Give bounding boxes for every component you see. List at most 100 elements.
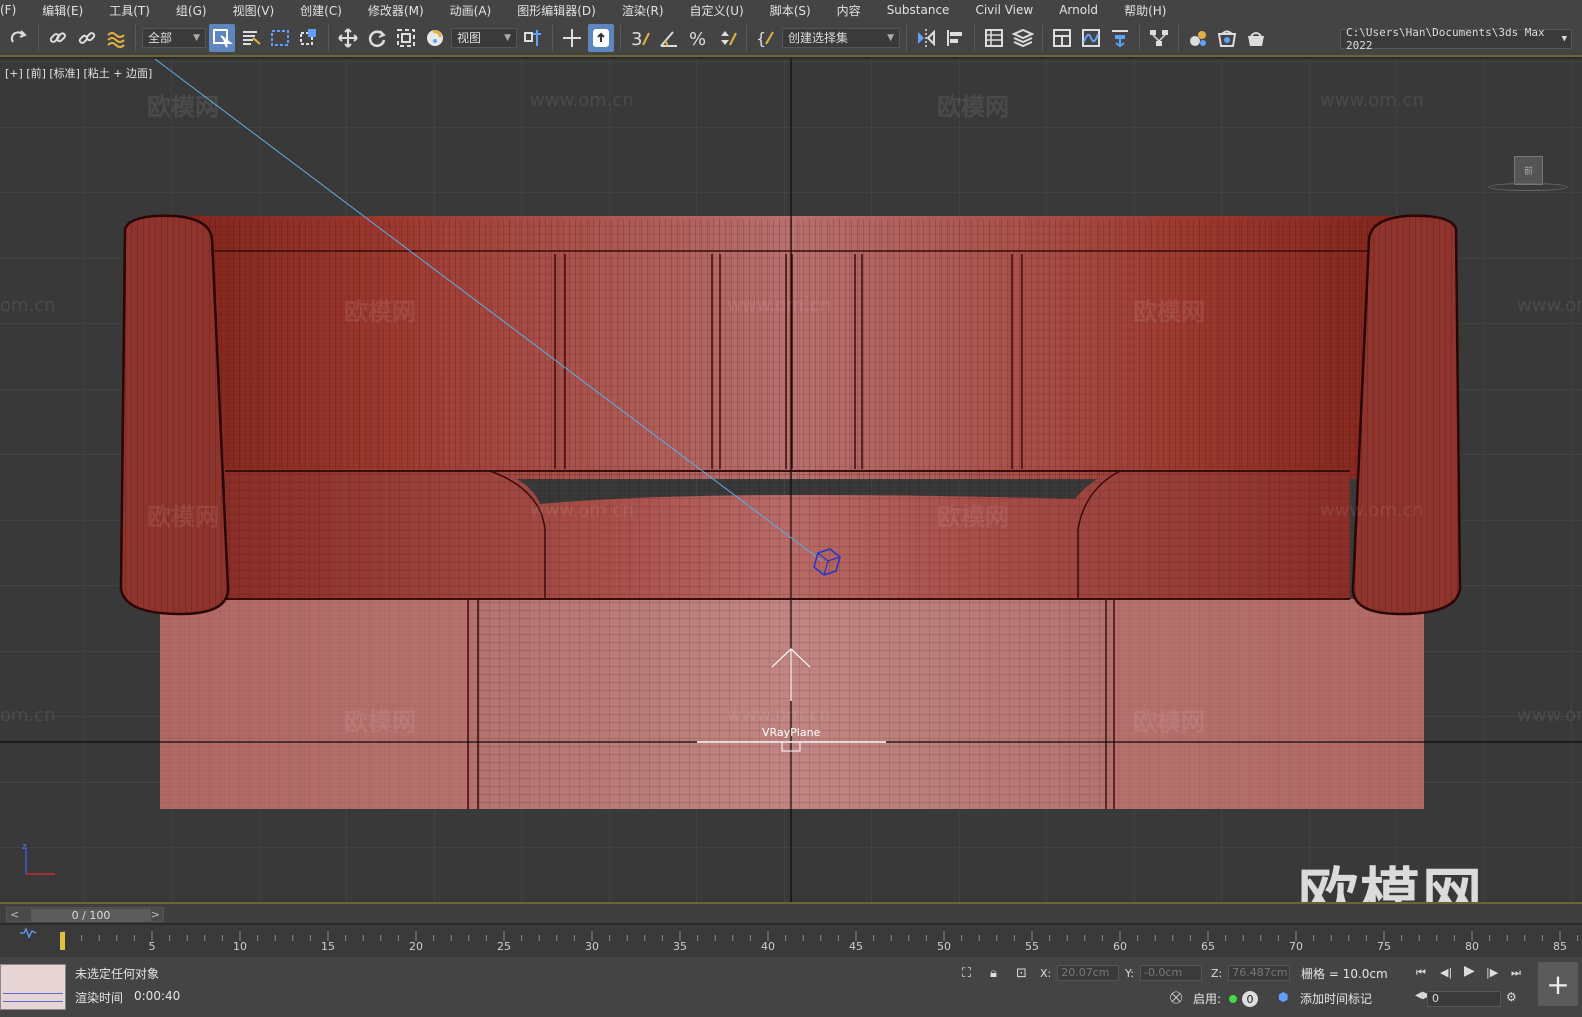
link-icon[interactable] xyxy=(45,24,71,52)
next-frame-icon[interactable]: |▶ xyxy=(1486,966,1498,979)
toolbar-divider xyxy=(552,24,553,51)
mirror-icon[interactable] xyxy=(913,24,939,52)
y-coordinate: Y: -0.0cm xyxy=(1125,964,1202,982)
key-mode-icon[interactable]: ⛒ xyxy=(1170,990,1182,1005)
z-coordinate-field[interactable]: 76.487cm xyxy=(1228,965,1291,981)
prev-frame-arrow-icon[interactable]: < xyxy=(10,908,19,921)
redo-icon[interactable] xyxy=(6,24,32,52)
y-coordinate-field[interactable]: -0.0cm xyxy=(1139,965,1202,981)
status-bar: 未选定任何对象 渲染时间 0:00:40 ⛶ 🔒︎ ⊡ X: 20.07cm Y:… xyxy=(0,957,1582,1017)
project-path-dropdown[interactable]: C:\Users\Han\Documents\3ds Max 2022 ▼ xyxy=(1340,26,1572,52)
x-coordinate-field[interactable]: 20.07cm xyxy=(1057,965,1120,981)
toolbar-divider xyxy=(1178,24,1179,51)
selection-filter-dropdown[interactable]: 全部 ▼ xyxy=(142,27,206,48)
angle-snap-icon[interactable] xyxy=(656,24,682,52)
absolute-mode-icon[interactable]: ⊡ xyxy=(1016,966,1027,981)
time-config-icon[interactable]: ⚙ xyxy=(1506,990,1517,1004)
rect-region-icon[interactable] xyxy=(267,24,293,52)
menu-content[interactable]: 内容 xyxy=(824,2,874,19)
align-icon[interactable] xyxy=(942,24,968,52)
layer-explorer-icon[interactable] xyxy=(1010,24,1036,52)
time-tag-icon[interactable]: ⬢ xyxy=(1278,990,1288,1004)
move-icon[interactable] xyxy=(335,24,361,52)
select-by-name-icon[interactable] xyxy=(238,24,264,52)
named-selection-set-dropdown[interactable]: 创建选择集 ▼ xyxy=(782,27,900,48)
curve-editor-icon[interactable] xyxy=(1078,24,1104,52)
rendered-frame-icon[interactable] xyxy=(1243,24,1269,52)
current-frame-marker[interactable] xyxy=(60,932,65,950)
play-icon[interactable]: ▶ xyxy=(1464,963,1475,979)
set-key-button[interactable]: + xyxy=(1538,962,1578,1006)
menu-arnold[interactable]: Arnold xyxy=(1046,3,1111,17)
viewcube[interactable]: 前 xyxy=(1514,156,1543,185)
keyboard-shortcut-icon[interactable] xyxy=(588,23,614,52)
menu-tools[interactable]: 工具(T) xyxy=(96,2,163,19)
front-viewport[interactable]: z 欧模网 www.om.cn 欧模网 www.om.cn om.cn 欧模网 … xyxy=(0,59,1582,902)
spinner-snap-icon[interactable] xyxy=(714,24,740,52)
menu-customize[interactable]: 自定义(U) xyxy=(677,2,757,19)
track-bar-tick-label: 55 xyxy=(1025,940,1039,953)
viewport-label-menu[interactable]: [+] [前] [标准] [粘土 + 边面] xyxy=(5,65,152,81)
bind-space-warp-icon[interactable] xyxy=(103,24,129,52)
pivot-icon[interactable] xyxy=(520,24,546,52)
ref-coord-dropdown[interactable]: 视图 ▼ xyxy=(451,27,517,48)
add-time-tag-button[interactable]: 添加时间标记 xyxy=(1300,990,1372,1007)
scale-icon[interactable] xyxy=(393,24,419,52)
viewcube-compass[interactable] xyxy=(1488,183,1568,191)
render-setup-icon[interactable] xyxy=(1214,24,1240,52)
menu-scripting[interactable]: 脚本(S) xyxy=(757,2,824,19)
sofa-arm-right xyxy=(1351,214,1462,616)
vrayplane-label: VRayPlane xyxy=(762,726,821,739)
schematic-view-icon[interactable] xyxy=(1146,24,1172,52)
x-label: X: xyxy=(1040,966,1052,980)
menu-modifiers[interactable]: 修改器(M) xyxy=(355,2,437,19)
track-bar-tick-label: 40 xyxy=(761,940,775,953)
percent-snap-icon[interactable]: % xyxy=(685,24,711,52)
go-to-end-icon[interactable]: ⏭ xyxy=(1511,966,1521,980)
time-slider-thumb[interactable]: 0 / 100 xyxy=(31,909,151,922)
selection-lock-icon[interactable]: 🔒︎ xyxy=(990,966,997,981)
sofa-arm-left xyxy=(119,214,230,616)
grid-size: 栅格 = 10.0cm xyxy=(1301,967,1388,981)
go-to-start-icon[interactable]: ⏮ xyxy=(1416,966,1426,980)
menu-help[interactable]: 帮助(H) xyxy=(1111,2,1179,19)
isolate-selection-icon[interactable]: ⛶ xyxy=(962,966,971,981)
project-path-value: C:\Users\Han\Documents\3ds Max 2022 xyxy=(1346,26,1545,52)
menu-group[interactable]: 组(G) xyxy=(163,2,220,19)
select-object-icon[interactable] xyxy=(209,23,235,52)
unlink-icon[interactable] xyxy=(74,24,100,52)
track-bar-ticks xyxy=(63,931,1579,941)
key-count-badge: 0 xyxy=(1242,991,1258,1007)
menu-rendering[interactable]: 渲染(R) xyxy=(609,2,677,19)
snap-3d-icon[interactable]: 3 xyxy=(627,24,653,52)
window-crossing-icon[interactable] xyxy=(296,24,322,52)
scene-explorer-icon[interactable] xyxy=(981,24,1007,52)
rotate-icon[interactable] xyxy=(364,24,390,52)
menu-civil-view[interactable]: Civil View xyxy=(962,3,1046,17)
enable-indicator[interactable] xyxy=(1229,995,1237,1003)
next-frame-arrow-icon[interactable]: > xyxy=(151,908,160,921)
menu-substance[interactable]: Substance xyxy=(874,3,963,17)
menu-edit[interactable]: 编辑(E) xyxy=(29,2,96,19)
placement-icon[interactable] xyxy=(422,24,448,52)
track-bar-tick-label: 65 xyxy=(1201,940,1215,953)
previous-frame-icon[interactable]: ◀| xyxy=(1440,966,1452,979)
toggle-ribbon-icon[interactable] xyxy=(1049,24,1075,52)
edit-named-sets-icon[interactable]: { xyxy=(753,24,779,52)
xform-gizmo-icon[interactable] xyxy=(559,24,585,52)
time-slider-track[interactable]: < 0 / 100 > xyxy=(6,907,164,922)
dope-sheet-icon[interactable] xyxy=(1107,24,1133,52)
menu-views[interactable]: 视图(V) xyxy=(220,2,288,19)
menu-animation[interactable]: 动画(A) xyxy=(437,2,505,19)
plus-icon: + xyxy=(1546,967,1570,1001)
menu-graph-editors[interactable]: 图形编辑器(D) xyxy=(504,2,609,19)
current-frame-field[interactable]: 0 xyxy=(1427,991,1501,1007)
maxscript-listener-mini[interactable] xyxy=(0,964,66,1010)
track-bar-tick-label: 10 xyxy=(233,940,247,953)
track-bar[interactable]: 5 10 15 20 25 30 35 40 45 50 55 60 65 70 75 80 85 xyxy=(0,925,1582,957)
toolbar-divider xyxy=(38,24,39,51)
svg-text:{: { xyxy=(756,29,766,48)
menu-create[interactable]: 创建(C) xyxy=(287,2,355,19)
menu-file[interactable]: (F) xyxy=(0,3,29,17)
material-editor-icon[interactable] xyxy=(1185,24,1211,52)
